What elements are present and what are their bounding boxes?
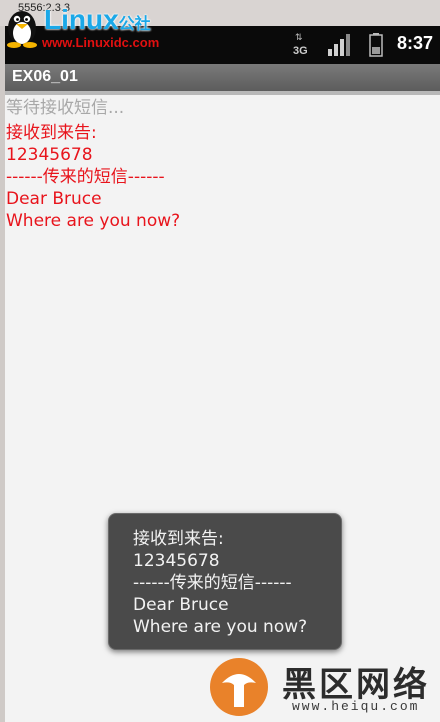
signal-strength-icon: [328, 34, 350, 56]
message-line: 接收到来告:: [6, 123, 97, 143]
received-message: 接收到来告: 12345678 ------传来的短信------ Dear B…: [6, 122, 436, 232]
network-3g-icon: ⇅ 3G: [293, 33, 308, 58]
app-title-bar: EX06_01: [5, 64, 440, 91]
toast-notification: 接收到来告: 12345678 ------传来的短信------ Dear B…: [108, 513, 342, 650]
battery-icon: [369, 33, 383, 57]
toast-line: ------传来的短信------: [133, 573, 292, 593]
title-divider: [5, 91, 440, 95]
message-line: Where are you now?: [6, 211, 181, 231]
message-line: 12345678: [6, 145, 93, 165]
status-time: 8:37: [397, 33, 434, 53]
toast-line: Dear Bruce: [133, 595, 229, 615]
toast-line: 接收到来告:: [133, 529, 224, 549]
main-content: 等待接收短信... 接收到来告: 12345678 ------传来的短信---…: [6, 96, 436, 232]
watermark-url: www.Linuxidc.com: [42, 35, 160, 50]
watermark-bottom-url: www.heiqu.com: [292, 699, 420, 714]
message-line: ------传来的短信------: [6, 167, 165, 187]
heiqu-logo-icon: [210, 658, 268, 716]
window-frame-left: [0, 26, 5, 722]
toast-line: 12345678: [133, 551, 220, 571]
penguin-logo-icon: [7, 11, 37, 48]
watermark-brand: Linux公社: [44, 4, 151, 35]
waiting-hint-text: 等待接收短信...: [6, 98, 125, 118]
app-title: EX06_01: [12, 68, 78, 85]
message-line: Dear Bruce: [6, 189, 102, 209]
toast-line: Where are you now?: [133, 617, 308, 637]
